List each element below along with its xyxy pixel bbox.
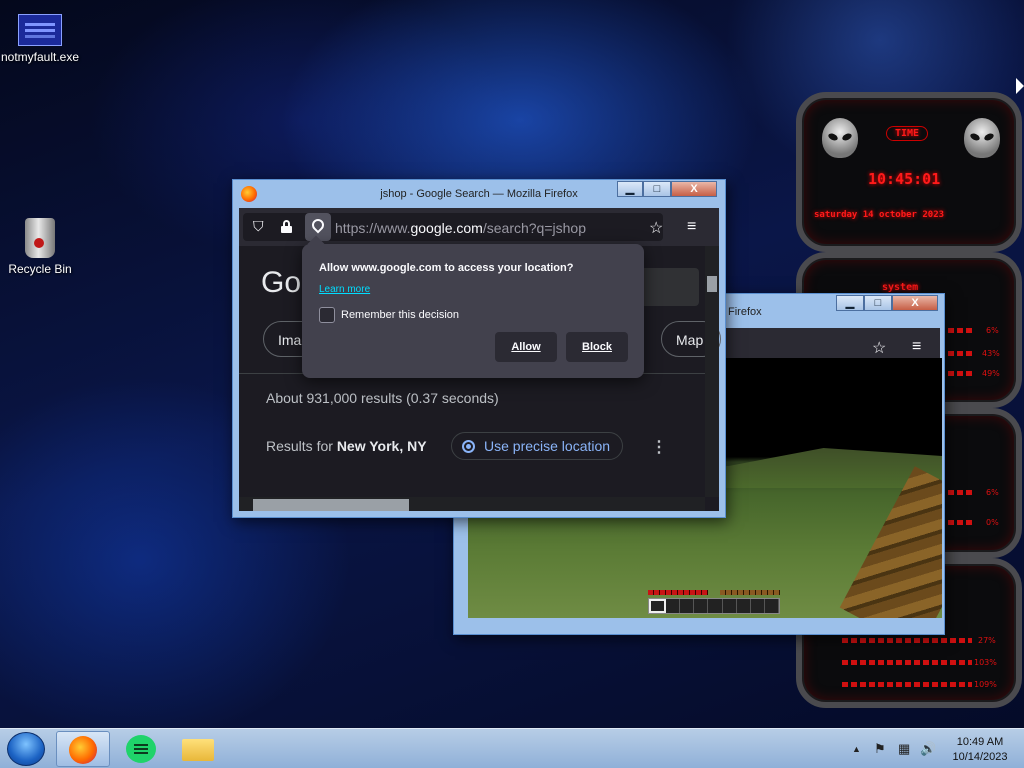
desktop-icon-label: notmyfault.exe [0, 50, 80, 64]
window-titlebar[interactable]: jshop - Google Search — Mozilla Firefox … [233, 180, 725, 208]
desktop-icon-label: Recycle Bin [8, 262, 72, 276]
gadget-percent: 109% [974, 680, 997, 689]
gadget-time: 10:45:01 [868, 170, 941, 188]
block-button[interactable]: Block [566, 332, 628, 362]
taskbar-firefox[interactable] [56, 731, 110, 767]
url-text[interactable]: https://www.google.com/search?q=jshop [335, 220, 586, 236]
gadget-percent: 6% [986, 326, 999, 335]
hamburger-menu-icon[interactable]: ≡ [912, 338, 921, 356]
learn-more-link[interactable]: Learn more [319, 284, 370, 295]
url-bar[interactable]: ⛉ https://www.google.com/search?q=jshop … [243, 213, 663, 241]
start-button[interactable] [7, 732, 45, 766]
gadget-bar [842, 638, 972, 643]
allow-button[interactable]: Allow [495, 332, 557, 362]
alien-head-icon [964, 118, 1000, 158]
notes-app-icon [126, 735, 156, 763]
use-precise-location-button[interactable]: Use precise location [451, 432, 624, 460]
system-clock[interactable]: 10:49 AM 10/14/2023 [938, 735, 1022, 765]
vertical-scrollbar[interactable] [705, 246, 719, 497]
volume-icon[interactable]: 🔊 [920, 741, 936, 757]
minecraft-hotbar [648, 598, 780, 614]
permission-message: Allow www.google.com to access your loca… [319, 262, 574, 274]
gadget-date: saturday 14 october 2023 [814, 210, 945, 220]
gadget-bar [842, 660, 972, 665]
gadget-time-panel: TIME 10:45:01 saturday 14 october 2023 [796, 92, 1022, 252]
show-hidden-icons-arrow[interactable]: ▲ [852, 744, 861, 754]
google-logo[interactable]: Go [261, 266, 301, 300]
remember-decision-checkbox[interactable] [319, 307, 335, 323]
minecraft-hunger-bar [720, 590, 780, 595]
gadget-bar [842, 682, 972, 687]
maximize-button[interactable]: □ [643, 181, 671, 197]
results-count: About 931,000 results (0.37 seconds) [266, 390, 499, 406]
hamburger-menu-icon[interactable]: ≡ [687, 218, 696, 236]
gadget-percent: 49% [982, 369, 1000, 378]
taskbar-file-explorer[interactable] [172, 731, 226, 767]
desktop-icon-notmyfault[interactable]: notmyfault.exe [0, 14, 80, 64]
clock-time: 10:49 AM [956, 736, 1004, 748]
gadget-percent: 43% [982, 349, 1000, 358]
exe-icon [18, 14, 62, 46]
results-for-location: Results for New York, NY [266, 438, 427, 454]
action-center-flag-icon[interactable]: ⚑ [874, 741, 886, 757]
network-icon[interactable]: ▦ [898, 741, 910, 757]
location-permission-popup: Allow www.google.com to access your loca… [302, 235, 644, 378]
more-options-icon[interactable]: ⋮ [651, 437, 667, 457]
gadget-time-label: TIME [886, 126, 929, 141]
gadget-system-label: system [882, 282, 919, 293]
remember-decision-label[interactable]: Remember this decision [341, 309, 459, 321]
firefox-logo-icon [69, 736, 97, 764]
minimize-button[interactable]: ▁ [617, 181, 643, 197]
gadget-percent: 27% [978, 636, 996, 645]
scrollbar-thumb[interactable] [707, 276, 717, 292]
folder-icon [182, 739, 214, 761]
minecraft-held-item [839, 466, 942, 618]
gadget-percent: 103% [974, 658, 997, 667]
minecraft-health-bar [648, 590, 708, 595]
alien-head-icon [822, 118, 858, 158]
mouse-cursor-icon [1016, 78, 1024, 94]
desktop-icon-recycle-bin[interactable]: Recycle Bin [0, 218, 80, 276]
gadget-percent: 6% [986, 488, 999, 497]
bookmark-star-icon[interactable]: ☆ [649, 218, 663, 238]
location-target-icon [462, 440, 475, 453]
horizontal-scrollbar[interactable] [239, 497, 705, 511]
scrollbar-thumb[interactable] [253, 499, 409, 511]
lock-icon[interactable] [281, 220, 292, 233]
taskbar: ▲ ⚑ ▦ 🔊 10:49 AM 10/14/2023 [0, 728, 1024, 768]
close-button[interactable]: X [892, 295, 938, 311]
gadget-percent: 0% [986, 518, 999, 527]
recycle-bin-icon [25, 218, 55, 258]
bookmark-star-icon[interactable]: ☆ [872, 338, 886, 358]
window-title: Firefox [728, 306, 762, 318]
minimize-button[interactable]: ▁ [836, 295, 864, 311]
close-button[interactable]: X [671, 181, 717, 197]
tracking-shield-icon[interactable]: ⛉ [253, 218, 264, 235]
taskbar-notes[interactable] [114, 731, 168, 767]
maximize-button[interactable]: □ [864, 295, 892, 311]
clock-date: 10/14/2023 [952, 751, 1008, 763]
